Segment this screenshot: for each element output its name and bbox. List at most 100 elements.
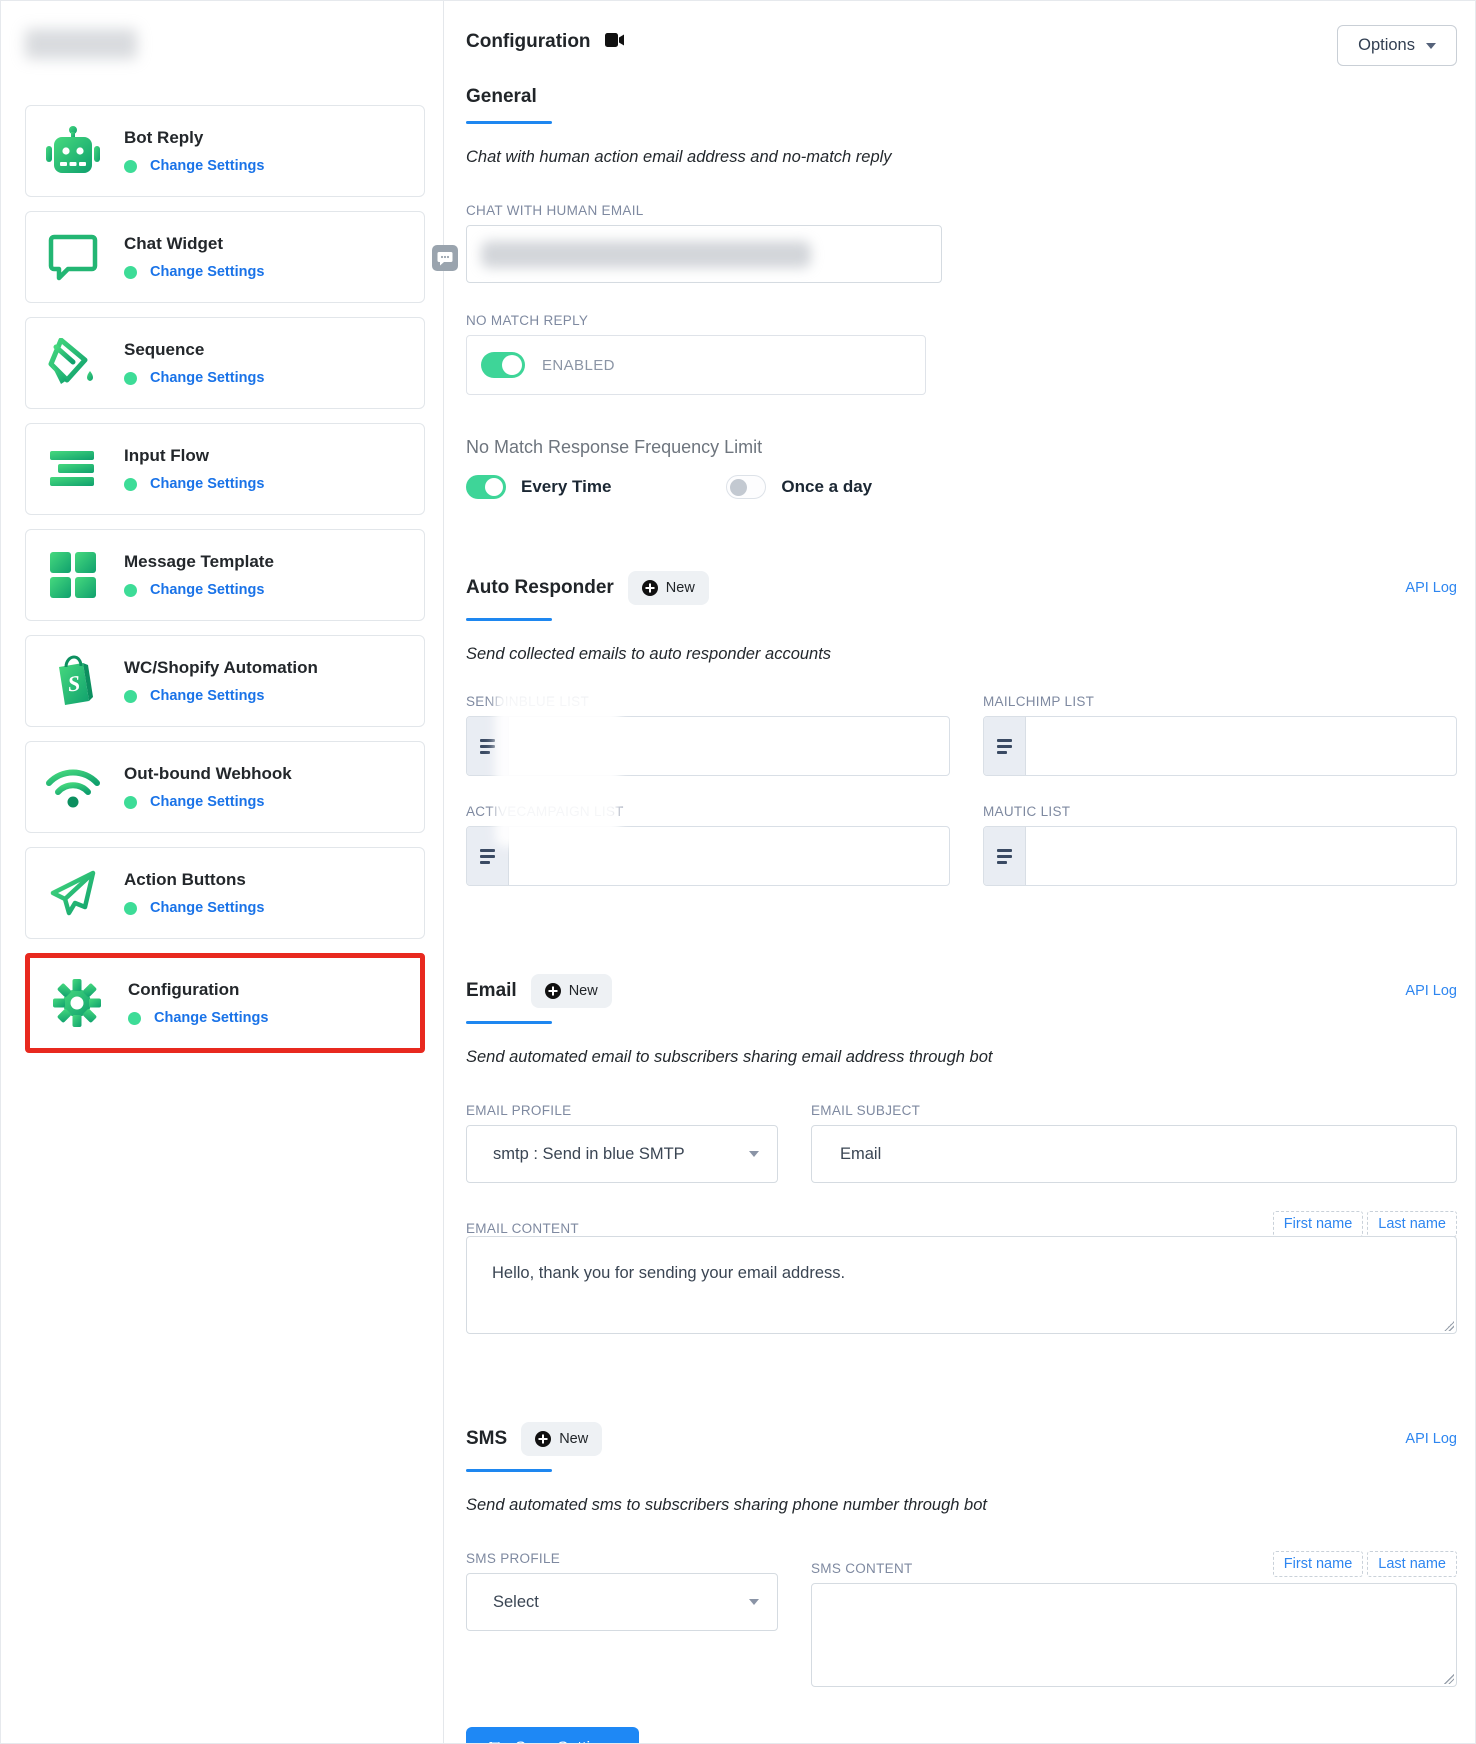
first-name-chip[interactable]: First name xyxy=(1273,1551,1364,1577)
email-profile-value: smtp : Send in blue SMTP xyxy=(493,1145,685,1164)
sidebar-item-out-bound-webhook[interactable]: Out-bound Webhook Change Settings xyxy=(25,741,425,833)
list-icon xyxy=(467,827,509,885)
no-match-reply-toggle[interactable] xyxy=(481,352,525,378)
sms-new-button[interactable]: New xyxy=(521,1422,602,1456)
sms-profile-label: SMS PROFILE xyxy=(466,1551,778,1566)
change-settings-link[interactable]: Change Settings xyxy=(150,370,264,386)
enabled-label: ENABLED xyxy=(542,357,615,374)
chat-bubble-icon xyxy=(44,233,102,281)
email-profile-select[interactable]: smtp : Send in blue SMTP xyxy=(466,1125,778,1183)
sidebar-item-configuration-active[interactable]: Configuration Change Settings xyxy=(25,953,425,1053)
status-dot xyxy=(124,266,137,279)
sidebar-item-label: Sequence xyxy=(124,340,264,360)
sms-profile-value: Select xyxy=(493,1593,539,1612)
paper-plane-icon xyxy=(44,867,102,919)
activecampaign-list-input[interactable] xyxy=(466,826,950,886)
sidebar-item-label: Out-bound Webhook xyxy=(124,764,292,784)
no-match-reply-label: NO MATCH REPLY xyxy=(466,313,1457,328)
no-match-reply-box: ENABLED xyxy=(466,335,926,395)
video-camera-icon[interactable] xyxy=(605,33,625,52)
list-icon xyxy=(467,717,509,775)
auto-responder-api-log-link[interactable]: API Log xyxy=(1405,580,1457,596)
options-label: Options xyxy=(1358,36,1415,55)
change-settings-link[interactable]: Change Settings xyxy=(154,1010,268,1026)
email-api-log-link[interactable]: API Log xyxy=(1405,983,1457,999)
sendinblue-list-input[interactable] xyxy=(466,716,950,776)
auto-responder-description: Send collected emails to auto responder … xyxy=(466,645,1457,664)
auto-responder-heading: Auto Responder xyxy=(466,577,614,599)
plus-circle-icon xyxy=(535,1431,551,1447)
sidebar-item-wc-shopify-automation[interactable]: S WC/Shopify Automation Change Settings xyxy=(25,635,425,727)
sidebar-item-label: Action Buttons xyxy=(124,870,264,890)
last-name-chip[interactable]: Last name xyxy=(1367,1551,1457,1577)
save-settings-button[interactable]: Save Settings xyxy=(466,1727,639,1744)
sidebar-item-action-buttons[interactable]: Action Buttons Change Settings xyxy=(25,847,425,939)
sidebar-item-sequence[interactable]: Sequence Change Settings xyxy=(25,317,425,409)
mautic-list-label: MAUTIC LIST xyxy=(983,804,1457,819)
general-underline xyxy=(466,121,552,124)
change-settings-link[interactable]: Change Settings xyxy=(150,582,264,598)
list-icon xyxy=(984,827,1026,885)
sidebar-item-bot-reply[interactable]: Bot Reply Change Settings xyxy=(25,105,425,197)
email-content-textarea[interactable] xyxy=(466,1236,1457,1334)
change-settings-link[interactable]: Change Settings xyxy=(150,158,264,174)
sidebar-item-label: Chat Widget xyxy=(124,234,264,254)
once-a-day-toggle[interactable] xyxy=(726,475,766,499)
mailchimp-list-input[interactable] xyxy=(983,716,1457,776)
status-dot xyxy=(124,902,137,915)
sms-api-log-link[interactable]: API Log xyxy=(1405,1431,1457,1447)
sms-profile-select[interactable]: Select xyxy=(466,1573,778,1631)
auto-responder-new-button[interactable]: New xyxy=(628,571,709,605)
sidebar: Bot Reply Change Settings Chat Widget Ch… xyxy=(1,1,444,1743)
sidebar-item-label: Message Template xyxy=(124,552,274,572)
email-heading: Email xyxy=(466,980,517,1002)
change-settings-link[interactable]: Change Settings xyxy=(150,476,264,492)
sidebar-item-chat-widget[interactable]: Chat Widget Change Settings xyxy=(25,211,425,303)
change-settings-link[interactable]: Change Settings xyxy=(150,688,264,704)
sms-heading: SMS xyxy=(466,1428,507,1450)
activecampaign-list-label: ACTIVECAMPAIGN LIST xyxy=(466,804,950,819)
resize-handle[interactable] xyxy=(1444,1321,1454,1331)
chat-launcher-icon[interactable] xyxy=(432,245,458,271)
first-name-chip[interactable]: First name xyxy=(1273,1211,1364,1237)
status-dot xyxy=(124,690,137,703)
sidebar-item-label: Input Flow xyxy=(124,446,264,466)
page-title: Configuration xyxy=(466,31,591,53)
status-dot xyxy=(124,478,137,491)
last-name-chip[interactable]: Last name xyxy=(1367,1211,1457,1237)
resize-handle[interactable] xyxy=(1444,1674,1454,1684)
sendinblue-list-label: SENDINBLUE LIST xyxy=(466,694,950,709)
email-content-label: EMAIL CONTENT xyxy=(466,1221,579,1236)
sidebar-item-message-template[interactable]: Message Template Change Settings xyxy=(25,529,425,621)
auto-responder-underline xyxy=(466,618,552,621)
once-a-day-label: Once a day xyxy=(781,477,872,497)
main-content: Configuration Options General Chat with … xyxy=(444,1,1475,1743)
email-subject-input[interactable] xyxy=(811,1125,1457,1183)
every-time-label: Every Time xyxy=(521,477,611,497)
sms-underline xyxy=(466,1469,552,1472)
general-heading: General xyxy=(466,86,1457,108)
every-time-toggle[interactable] xyxy=(466,475,506,499)
sidebar-item-input-flow[interactable]: Input Flow Change Settings xyxy=(25,423,425,515)
sms-content-textarea[interactable] xyxy=(811,1583,1457,1687)
options-button[interactable]: Options xyxy=(1337,25,1457,66)
redacted-email-value xyxy=(481,241,811,268)
status-dot xyxy=(128,1012,141,1025)
sidebar-item-label: Bot Reply xyxy=(124,128,264,148)
change-settings-link[interactable]: Change Settings xyxy=(150,264,264,280)
chat-with-human-email-label: CHAT WITH HUMAN EMAIL xyxy=(466,203,1457,218)
change-settings-link[interactable]: Change Settings xyxy=(150,900,264,916)
chat-with-human-email-input[interactable] xyxy=(466,225,942,283)
new-label: New xyxy=(666,580,695,596)
save-label: Save Settings xyxy=(515,1739,617,1744)
chevron-down-icon xyxy=(749,1599,759,1605)
email-profile-label: EMAIL PROFILE xyxy=(466,1103,778,1118)
email-new-button[interactable]: New xyxy=(531,974,612,1008)
change-settings-link[interactable]: Change Settings xyxy=(150,794,264,810)
mautic-list-input[interactable] xyxy=(983,826,1457,886)
frequency-limit-title: No Match Response Frequency Limit xyxy=(466,437,1457,458)
status-dot xyxy=(124,160,137,173)
sidebar-item-label: Configuration xyxy=(128,980,268,1000)
chevron-down-icon xyxy=(1426,43,1436,49)
gear-icon xyxy=(48,977,106,1029)
